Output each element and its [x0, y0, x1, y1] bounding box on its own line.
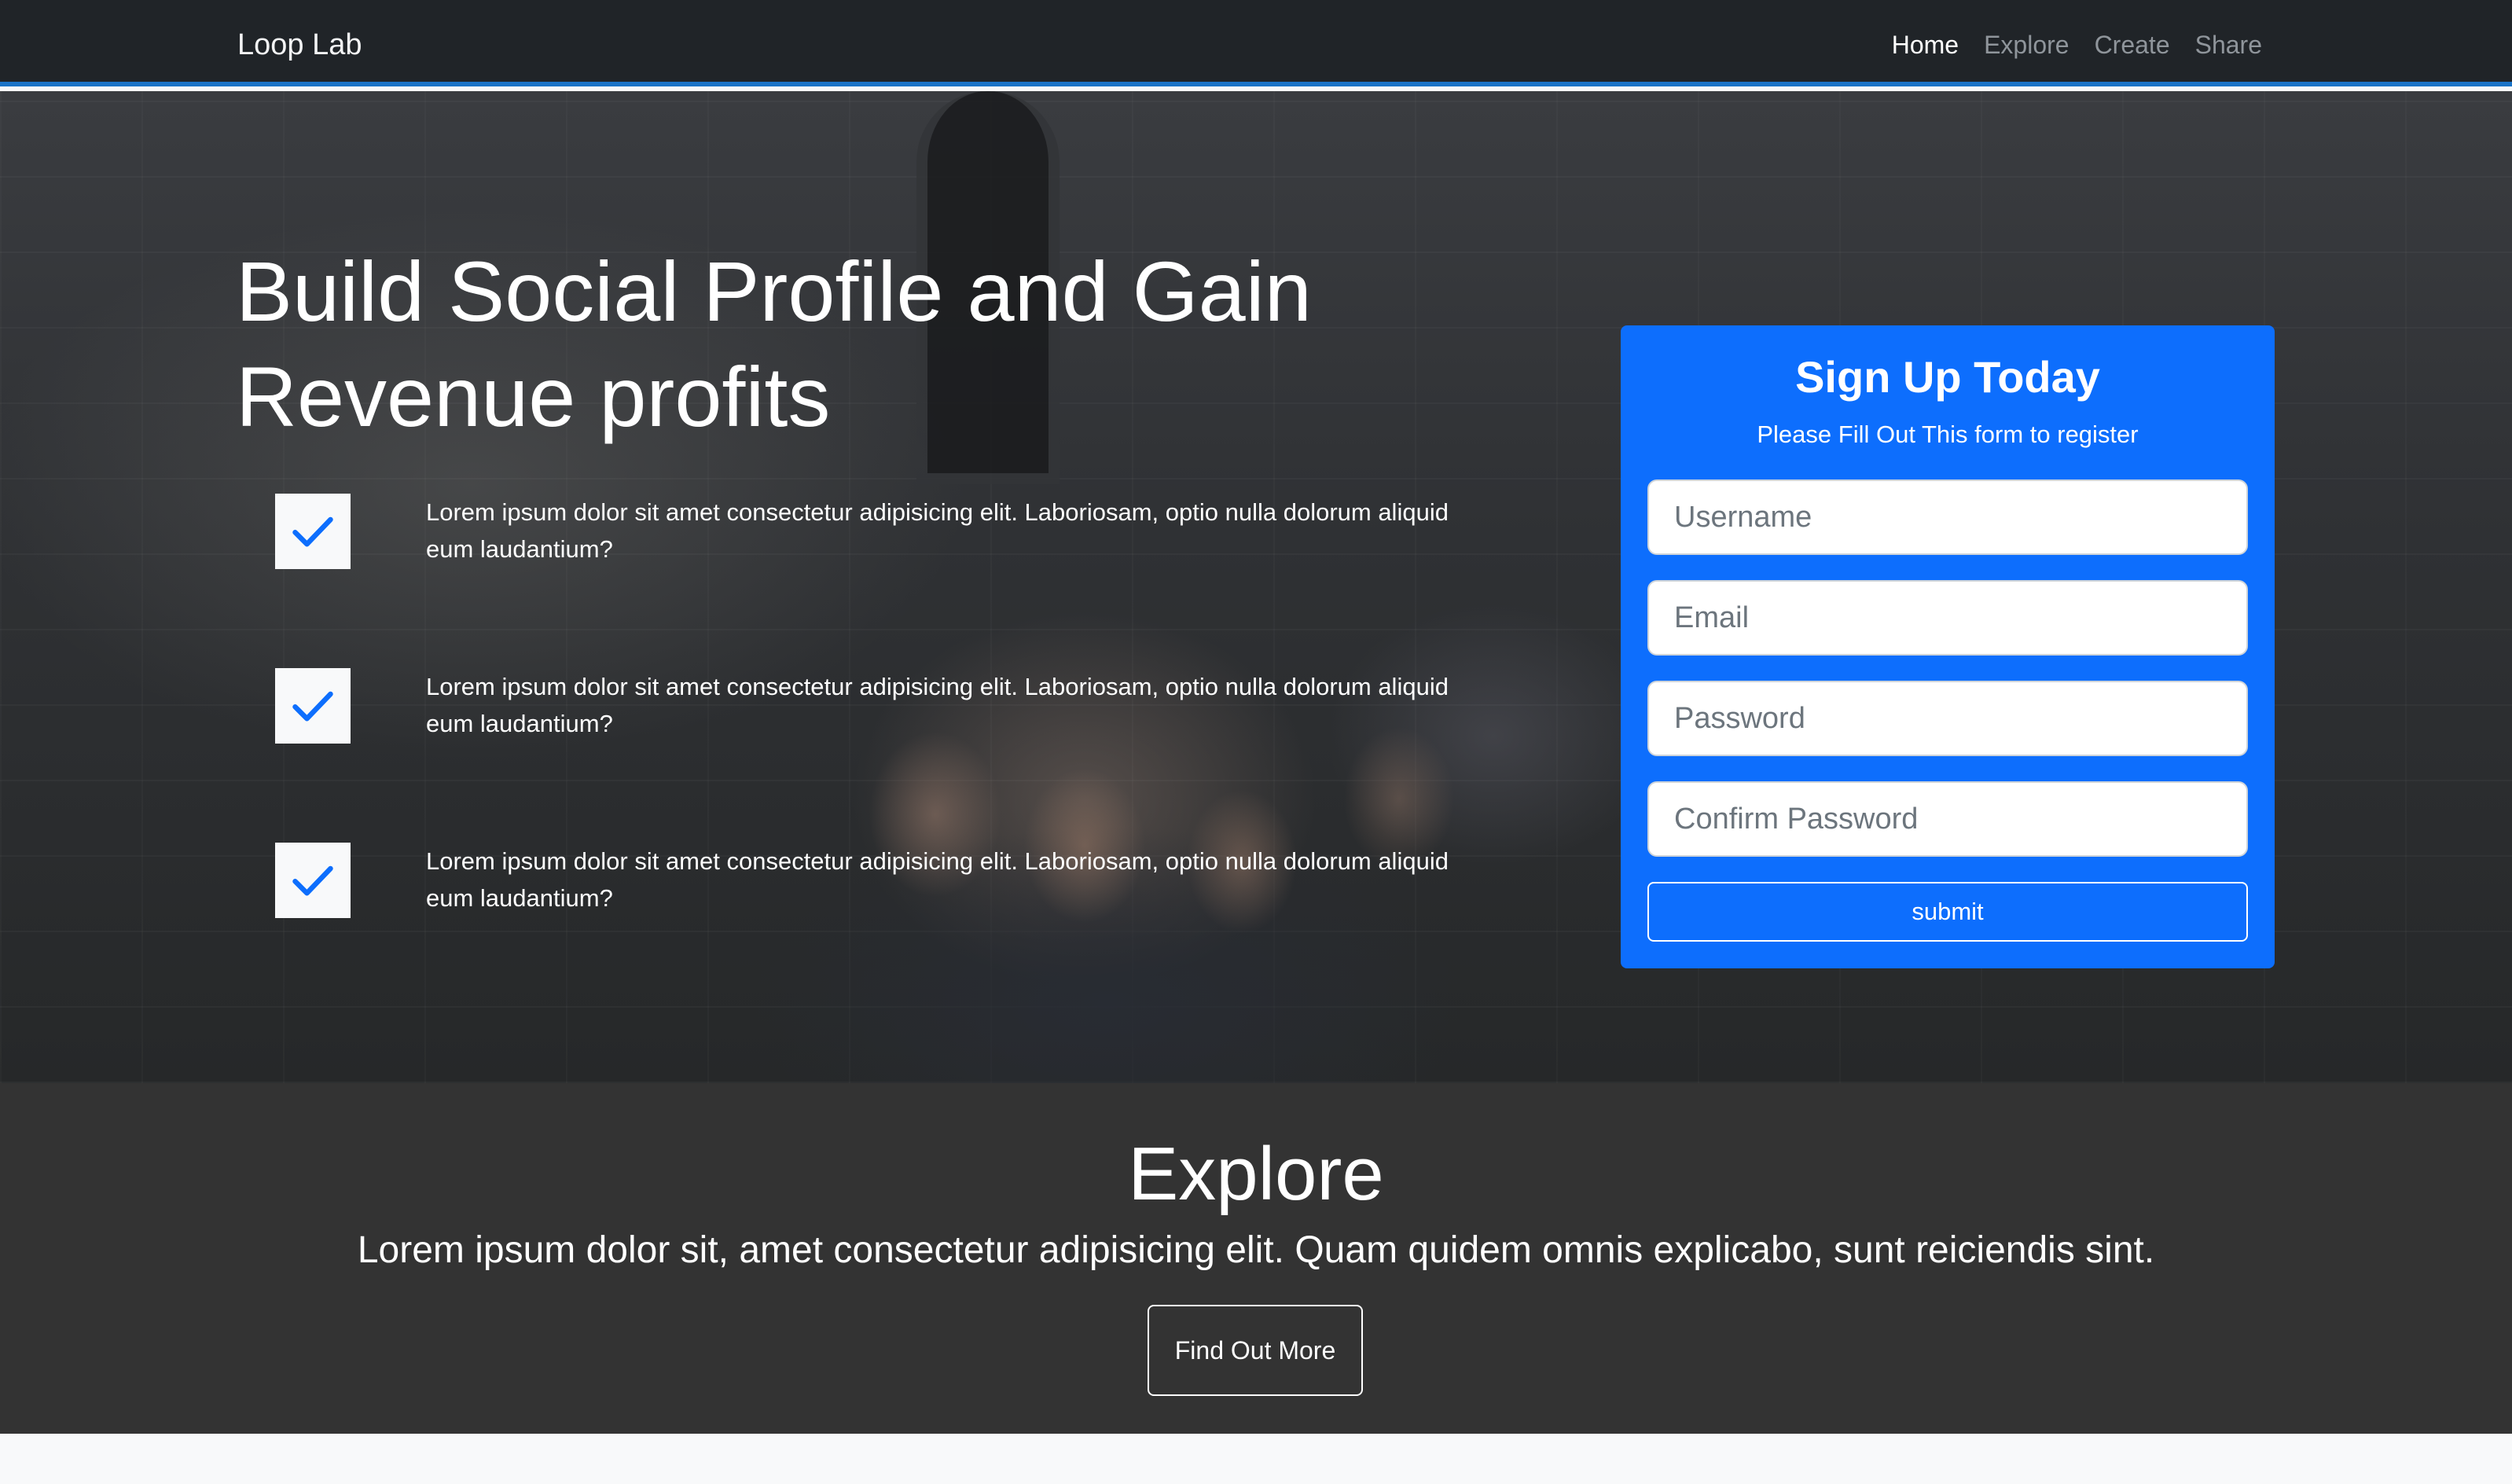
headline-emphasis: Social Profile	[448, 244, 944, 339]
check-icon	[275, 668, 351, 744]
feature-text: Lorem ipsum dolor sit amet consectetur a…	[426, 673, 1449, 737]
signup-title: Sign Up Today	[1795, 352, 2100, 402]
check-icon	[275, 494, 351, 569]
find-out-more-button[interactable]: Find Out More	[1148, 1305, 1363, 1396]
hero-headline: Build Social Profile and Gain Revenue pr…	[236, 239, 1415, 450]
nav-link-home[interactable]: Home	[1892, 24, 1959, 66]
headline-emphasis: profits	[599, 349, 831, 444]
feature-item: Lorem ipsum dolor sit amet consectetur a…	[275, 843, 1533, 921]
confirm-password-input[interactable]	[1647, 781, 2248, 857]
check-icon	[275, 843, 351, 918]
submit-button[interactable]: submit	[1647, 882, 2248, 942]
feature-item: Lorem ipsum dolor sit amet consectetur a…	[275, 668, 1533, 747]
nav-link-share[interactable]: Share	[2195, 24, 2262, 66]
headline-part: Build	[236, 244, 449, 339]
navbar: Loop Lab Home Explore Create Share	[0, 0, 2512, 86]
signup-subtitle: Please Fill Out This form to register	[1757, 421, 2139, 448]
nav-link-create[interactable]: Create	[2095, 24, 2170, 66]
feature-item: Lorem ipsum dolor sit amet consectetur a…	[275, 494, 1533, 572]
username-input[interactable]	[1647, 479, 2248, 555]
nav-link-explore[interactable]: Explore	[1984, 24, 2069, 66]
feature-text: Lorem ipsum dolor sit amet consectetur a…	[426, 847, 1449, 912]
hero-section: Build Social Profile and Gain Revenue pr…	[0, 91, 2512, 1083]
nav-links: Home Explore Create Share	[1892, 24, 2262, 66]
explore-section: Explore Lorem ipsum dolor sit, amet cons…	[0, 1083, 2512, 1434]
email-input[interactable]	[1647, 580, 2248, 656]
explore-title: Explore	[1128, 1132, 1384, 1216]
brand-logo[interactable]: Loop Lab	[237, 24, 362, 66]
explore-text: Lorem ipsum dolor sit, amet consectetur …	[357, 1229, 2155, 1271]
password-input[interactable]	[1647, 681, 2248, 756]
feature-text: Lorem ipsum dolor sit amet consectetur a…	[426, 498, 1449, 563]
footer-strip	[0, 1434, 2512, 1484]
signup-card: Sign Up Today Please Fill Out This form …	[1621, 325, 2275, 968]
